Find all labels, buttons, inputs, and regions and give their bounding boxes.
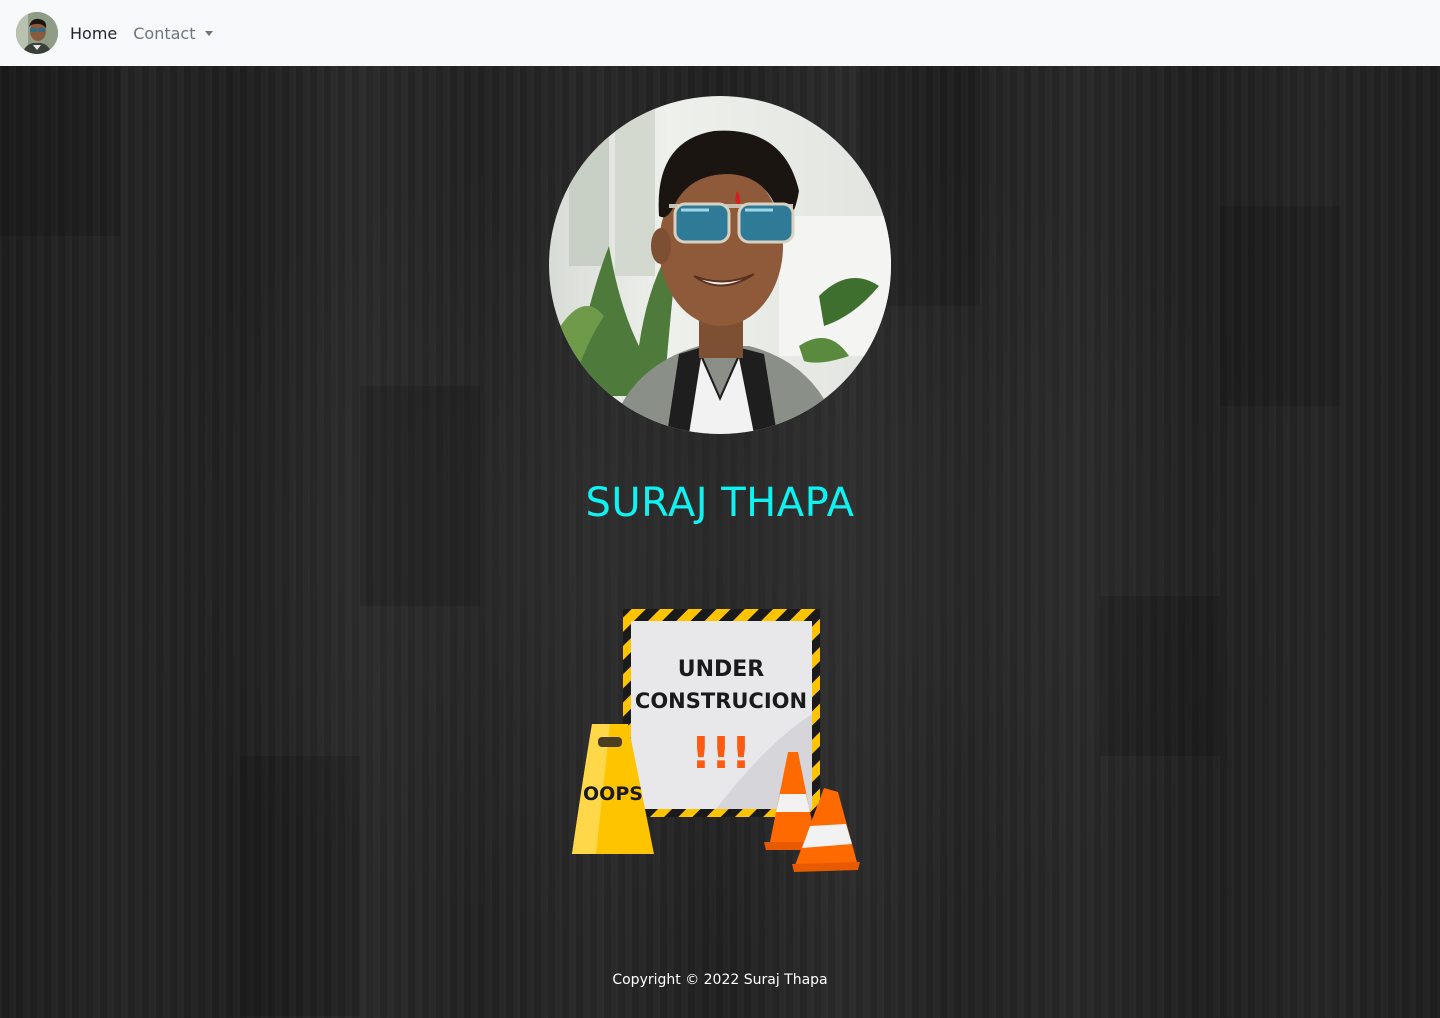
- footer-copyright: Copyright © 2022 Suraj Thapa: [612, 972, 828, 988]
- nav-contact-label: Contact: [133, 23, 196, 43]
- wood-texture: [1220, 206, 1340, 406]
- wood-texture: [1100, 596, 1220, 756]
- sign-line1: UNDER: [678, 657, 765, 682]
- nav-home-link[interactable]: Home: [70, 24, 117, 43]
- profile-photo: [549, 96, 891, 434]
- brand-avatar[interactable]: [16, 12, 58, 54]
- wood-texture: [0, 66, 120, 236]
- under-construction-illustration: UNDER CONSTRUCION !!! OOPS: [566, 604, 866, 874]
- avatar-photo-icon: [16, 12, 58, 54]
- sign-exclaim: !!!: [691, 728, 751, 779]
- navbar: Home Contact: [0, 0, 1440, 66]
- profile-portrait-icon: [549, 96, 891, 434]
- caution-sign-text: OOPS: [583, 783, 643, 805]
- under-construction-icon: UNDER CONSTRUCION !!! OOPS: [572, 609, 860, 872]
- nav-contact-dropdown[interactable]: Contact: [133, 23, 213, 43]
- profile-name: SURAJ THAPA: [585, 480, 855, 526]
- sign-line2: CONSTRUCION: [635, 689, 807, 713]
- caret-down-icon: [204, 30, 213, 36]
